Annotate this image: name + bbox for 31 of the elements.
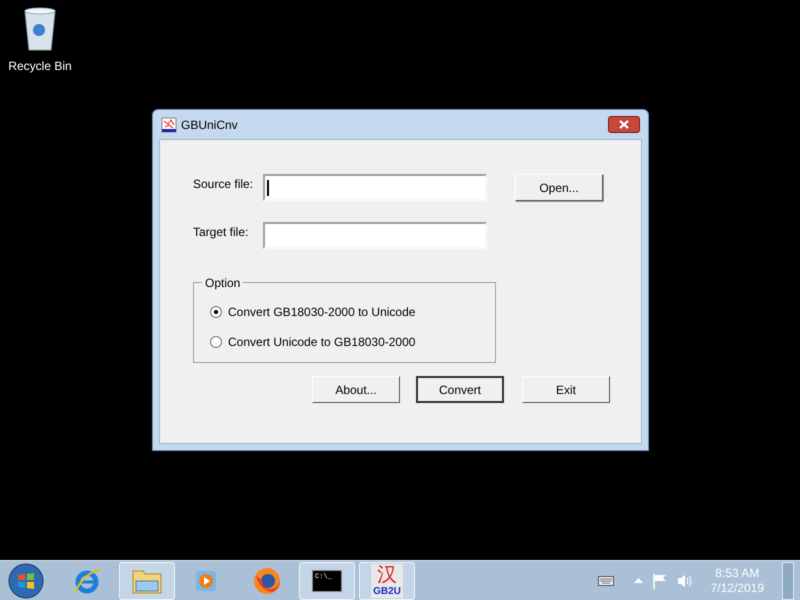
start-button[interactable]	[8, 562, 44, 598]
dialog-button[interactable]: Exit	[522, 376, 610, 403]
radio-option[interactable]: Convert GB18030-2000 to Unicode	[210, 303, 495, 321]
speaker-icon[interactable]	[676, 574, 693, 588]
open-button[interactable]: Open...	[515, 174, 603, 201]
recycle-bin-icon[interactable]	[23, 6, 57, 52]
icon-label: GB2U	[373, 586, 401, 596]
radio-option[interactable]: Convert Unicode to GB18030-2000	[210, 333, 495, 351]
arrow-up-icon[interactable]	[634, 578, 643, 583]
radio-button[interactable]	[210, 336, 222, 348]
text-field[interactable]	[263, 174, 487, 201]
dialog-button[interactable]: Convert	[416, 376, 504, 403]
fox-globe-icon	[252, 566, 282, 596]
taskbar-button[interactable]	[119, 562, 175, 600]
icon-glyph: 汉	[377, 564, 397, 586]
clock-time: 8:53 AM	[715, 566, 760, 580]
show-desktop-button[interactable]	[782, 562, 794, 600]
taskbar-button[interactable]: 汉 GB2U	[359, 562, 415, 600]
keyboard-icon	[598, 576, 614, 586]
clock-date: 7/12/2019	[710, 580, 764, 596]
field-label: Source file:	[193, 176, 254, 193]
text-field[interactable]	[263, 222, 487, 249]
close-icon	[619, 120, 629, 129]
window-title: GBUniCnv	[181, 116, 238, 134]
close-button[interactable]	[608, 116, 640, 133]
desktop-icon-label[interactable]: Recycle Bin	[8, 57, 72, 75]
radio-button[interactable]	[210, 306, 222, 318]
field-label: Target file:	[193, 224, 250, 241]
app-icon	[161, 116, 177, 132]
dialog-button[interactable]: About...	[312, 376, 400, 403]
flag-icon[interactable]	[652, 572, 667, 588]
